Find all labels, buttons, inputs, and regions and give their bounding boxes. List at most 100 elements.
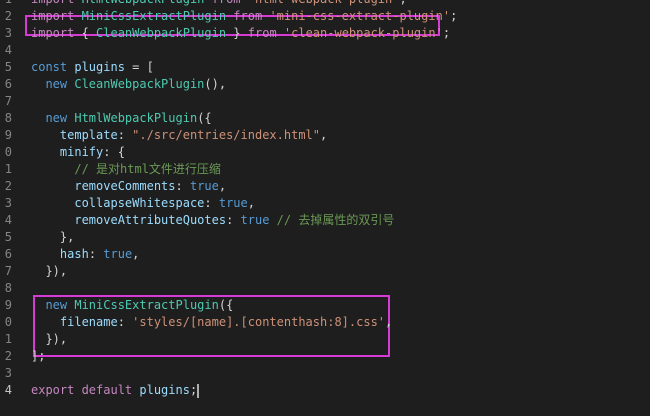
code-token: CleanWebpackPlugin [96,26,227,40]
code-token: // 是对html文件进行压缩 [74,162,221,176]
line-number: 8 [4,111,12,125]
code-token: 'mini-css-extract-plugin' [269,9,451,23]
code-token: plugins [139,383,190,397]
code-token: removeComments [74,179,176,193]
code-line[interactable]: 4 export default plugins; [0,382,650,399]
code-line[interactable]: 1 // 是对html文件进行压缩 [0,161,650,178]
code-token: : [117,315,133,329]
code-token: , [247,196,255,210]
code-text: new HtmlWebpackPlugin({ [31,110,211,127]
code-token: }), [31,264,68,278]
code-text: collapseWhitespace: true, [31,195,255,212]
code-text: export default plugins; [31,382,200,399]
line-number: 1 [4,332,12,346]
code-token: = [ [124,60,154,74]
line-number: 5 [4,60,12,74]
code-token: , [385,315,393,329]
code-line[interactable]: 0 filename: 'styles/[name].[contenthash:… [0,314,650,331]
code-editor[interactable]: 1 import HtmlWebpackPlugin from 'html-web… [0,0,650,416]
code-line[interactable]: 7 }), [0,263,650,280]
code-token: 'styles/[name].[contenthash:8].css' [132,315,386,329]
code-text: // 是对html文件进行压缩 [31,161,221,178]
code-text: }), [31,263,67,280]
code-token: true [240,213,270,227]
code-token: import [31,9,82,23]
code-token: import [31,26,82,40]
code-token: : [88,247,104,261]
code-line[interactable]: 7 [0,93,650,110]
line-number: 4 [4,383,12,397]
code-token: : [226,213,241,227]
code-token: new [45,111,75,125]
line-number: 2 [4,349,12,363]
code-text: new MiniCssExtractPlugin({ [31,297,233,314]
code-token: }, [31,230,75,244]
code-token: CleanWebpackPlugin [74,77,205,91]
code-token: MiniCssExtractPlugin [74,298,219,312]
code-token: 'clean-webpack-plugin' [283,26,443,40]
code-token: // 去掉属性的双引号 [269,213,395,227]
code-text: ]; [31,348,45,365]
code-token: template [59,128,118,142]
line-number: 4 [4,213,12,227]
code-text: template: "./src/entries/index.html", [31,127,327,144]
code-token: , [320,128,328,142]
code-line[interactable]: 9 template: "./src/entries/index.html", [0,127,650,144]
code-token: { [81,26,97,40]
code-token: (), [204,77,227,91]
line-number: 9 [4,298,12,312]
code-line[interactable]: 6 new CleanWebpackPlugin(), [0,76,650,93]
code-token: : { [103,145,125,159]
code-line[interactable]: 1 }), [0,331,650,348]
code-line[interactable]: 6 hash: true, [0,246,650,263]
code-line[interactable]: 9 new MiniCssExtractPlugin({ [0,297,650,314]
code-line[interactable]: 3 collapseWhitespace: true, [0,195,650,212]
code-text: import MiniCssExtractPlugin from 'mini-c… [31,8,457,25]
code-line[interactable]: 5 }, [0,229,650,246]
code-token: ; [442,26,451,40]
code-line[interactable]: 5 const plugins = [ [0,59,650,76]
code-token: : [175,179,190,193]
code-text: removeComments: true, [31,178,226,195]
code-token: removeAttributeQuotes [74,213,227,227]
code-token: "./src/entries/index.html" [132,128,320,142]
line-number: 7 [4,264,12,278]
line-number: 8 [4,281,12,295]
code-token: } [226,26,248,40]
code-line[interactable]: 2 removeComments: true, [0,178,650,195]
code-token: from [204,0,247,6]
code-line[interactable]: 1 import HtmlWebpackPlugin from 'html-web… [0,0,650,8]
code-token: HtmlWebpackPlugin [74,111,198,125]
code-line[interactable]: 2 import MiniCssExtractPlugin from 'mini-… [0,8,650,25]
code-line[interactable]: 4 [0,42,650,59]
code-text: const plugins = [ [31,59,154,76]
line-number: 3 [4,366,12,380]
code-line[interactable]: 2]; [0,348,650,365]
code-token: ; [450,9,458,23]
code-token: default [81,383,140,397]
code-token: : [117,128,133,142]
code-line[interactable]: 0 minify: { [0,144,650,161]
code-token: ({ [218,298,234,312]
code-line[interactable]: 8 new HtmlWebpackPlugin({ [0,110,650,127]
code-token: 'html-webpack-plugin' [248,0,400,6]
code-token: ; [399,0,406,6]
code-line[interactable]: 8 [0,280,650,297]
line-number: 5 [4,230,12,244]
code-text: }), [31,331,67,348]
code-line[interactable]: 4 removeAttributeQuotes: true // 去掉属性的双引… [0,212,650,229]
line-number: 2 [4,9,12,23]
line-number: 0 [4,145,12,159]
code-line[interactable]: 3 [0,365,650,382]
code-token: true [189,179,219,193]
line-number: 0 [4,315,12,329]
code-token: true [103,247,133,261]
code-text: filename: 'styles/[name].[contenthash:8]… [31,314,392,331]
code-line[interactable]: 3 import { CleanWebpackPlugin } from 'cle… [0,25,650,42]
